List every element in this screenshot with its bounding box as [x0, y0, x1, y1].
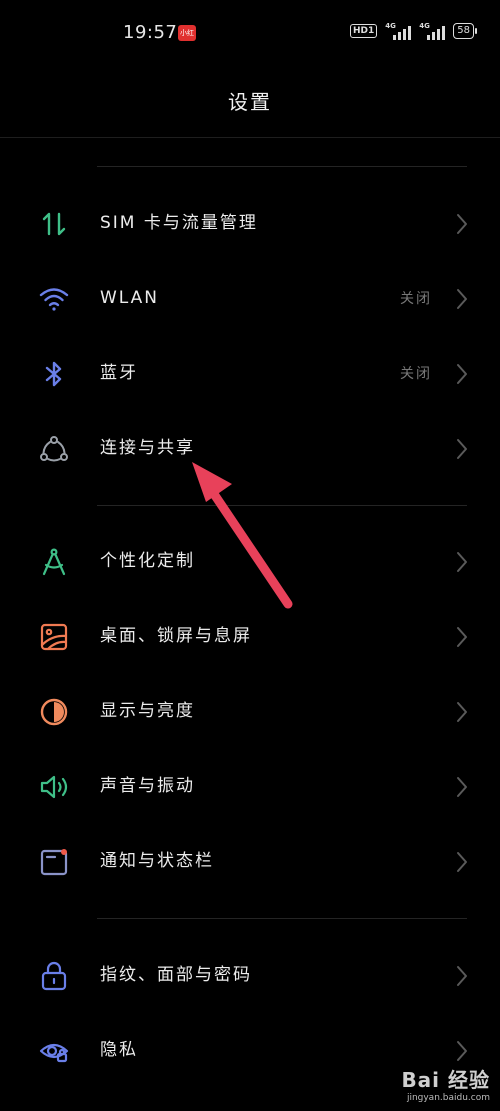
group-divider	[97, 166, 467, 167]
settings-item-value: 关闭	[400, 366, 432, 382]
settings-item-display[interactable]: 显示与亮度	[0, 681, 500, 741]
settings-item-label: 蓝牙	[100, 363, 138, 383]
watermark-brand: Bai 经验	[401, 1068, 490, 1092]
speaker-icon	[38, 771, 70, 803]
chevron-right-icon	[456, 551, 468, 573]
settings-item-label: SIM 卡与流量管理	[100, 213, 258, 233]
settings-item-sound[interactable]: 声音与振动	[0, 756, 500, 816]
chevron-right-icon	[456, 965, 468, 987]
settings-item-label: 指纹、面部与密码	[100, 965, 252, 985]
settings-item-label: 桌面、锁屏与息屏	[100, 626, 252, 646]
settings-item-value: 关闭	[400, 291, 432, 307]
chevron-right-icon	[456, 288, 468, 310]
chevron-right-icon	[456, 626, 468, 648]
chevron-right-icon	[456, 1040, 468, 1062]
notification-icon	[38, 846, 70, 878]
wifi-icon	[38, 283, 70, 315]
chevron-right-icon	[456, 851, 468, 873]
settings-item-label: WLAN	[100, 288, 160, 308]
settings-item-wlan[interactable]: WLAN 关闭	[0, 268, 500, 328]
chevron-right-icon	[456, 363, 468, 385]
battery-icon: 58	[453, 23, 477, 39]
connection-share-icon	[38, 433, 70, 465]
signal-icon: 4G	[385, 22, 412, 40]
group-divider	[97, 918, 467, 919]
header-divider	[0, 137, 500, 138]
watermark-url: jingyan.baidu.com	[406, 1093, 490, 1103]
signal-icon-2: 4G	[419, 22, 446, 40]
settings-item-label: 通知与状态栏	[100, 851, 214, 871]
baidu-jingyan-watermark: Bai 经验 jingyan.baidu.com	[401, 1064, 490, 1103]
chevron-right-icon	[456, 438, 468, 460]
settings-item-label: 隐私	[100, 1040, 138, 1060]
settings-item-sim[interactable]: SIM 卡与流量管理	[0, 193, 500, 253]
status-bar: 19:57 小红书 HD1 4G 4G 58	[0, 0, 500, 66]
status-time: 19:57	[123, 22, 178, 43]
settings-item-security[interactable]: 指纹、面部与密码	[0, 945, 500, 1005]
chevron-right-icon	[456, 776, 468, 798]
lock-icon	[38, 960, 70, 992]
privacy-eye-icon	[38, 1035, 70, 1067]
page-title: 设置	[228, 90, 272, 114]
compass-icon	[38, 546, 70, 578]
settings-item-notifications[interactable]: 通知与状态栏	[0, 831, 500, 891]
settings-item-label: 声音与振动	[100, 776, 195, 796]
settings-item-bluetooth[interactable]: 蓝牙 关闭	[0, 343, 500, 403]
status-indicators: HD1 4G 4G 58	[350, 22, 477, 40]
brightness-icon	[38, 696, 70, 728]
bluetooth-icon	[38, 358, 70, 390]
chevron-right-icon	[456, 213, 468, 235]
sim-data-icon	[38, 208, 70, 240]
settings-item-label: 显示与亮度	[100, 701, 195, 721]
chevron-right-icon	[456, 701, 468, 723]
hd-call-icon: HD1	[350, 24, 378, 38]
annotation-arrow-icon	[192, 462, 293, 609]
app-notification-icon: 小红书	[178, 25, 196, 41]
wallpaper-icon	[38, 621, 70, 653]
